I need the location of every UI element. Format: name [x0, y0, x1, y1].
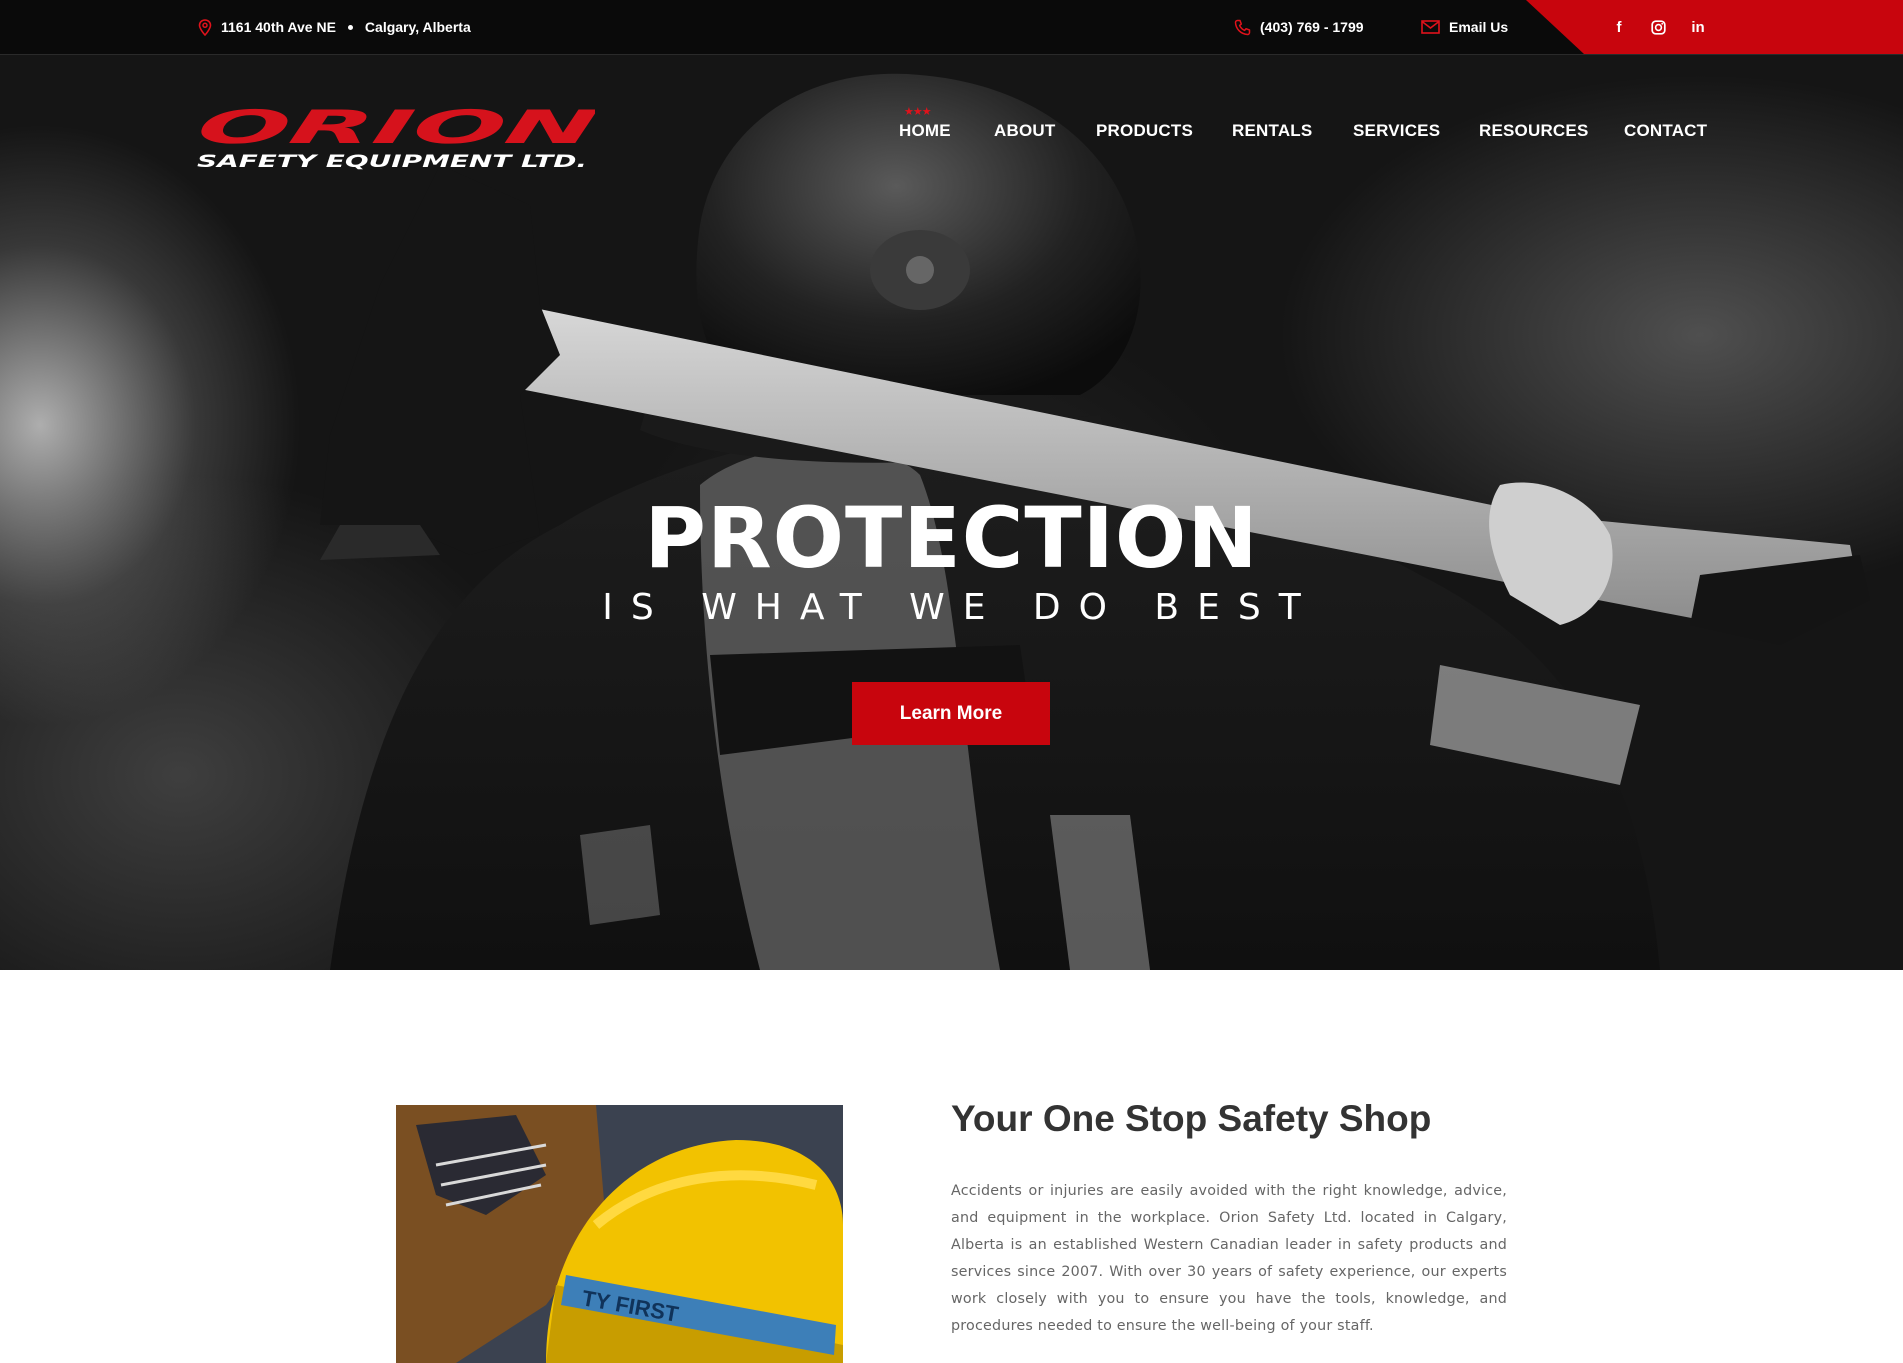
facebook-icon[interactable]: f	[1605, 0, 1633, 54]
phone-link[interactable]: (403) 769 - 1799	[1234, 0, 1364, 54]
nav-about[interactable]: ABOUT	[994, 121, 1055, 141]
nav-services[interactable]: SERVICES	[1353, 121, 1440, 141]
orion-logo[interactable]: ORION SAFETY EQUIPMENT LTD.	[197, 105, 595, 170]
logo-text: ORION	[197, 105, 595, 154]
nav-products[interactable]: PRODUCTS	[1096, 121, 1193, 141]
section-title: Your One Stop Safety Shop	[951, 1098, 1432, 1139]
social-bar	[1526, 0, 1903, 54]
safety-gear-image: TY FIRST	[396, 1105, 843, 1363]
location-pin-icon	[198, 18, 212, 36]
nav-rentals[interactable]: RENTALS	[1232, 121, 1312, 141]
separator-dot	[347, 24, 353, 30]
logo-tagline: SAFETY EQUIPMENT LTD.	[197, 152, 587, 170]
address: 1161 40th Ave NE Calgary, Alberta	[198, 0, 471, 54]
active-nav-stars: ★★★	[904, 106, 932, 118]
nav-contact[interactable]: CONTACT	[1624, 121, 1707, 141]
hero-headline: PROTECTION	[644, 489, 1259, 587]
address-street: 1161 40th Ave NE	[221, 19, 336, 35]
email-label: Email Us	[1449, 19, 1509, 35]
phone-icon	[1234, 19, 1251, 36]
hero-banner: ORION SAFETY EQUIPMENT LTD. ★★★ HOME ABO…	[0, 55, 1903, 970]
learn-more-button[interactable]: Learn More	[852, 682, 1050, 745]
hero-subheadline: IS WHAT WE DO BEST	[602, 587, 1319, 628]
phone-number: (403) 769 - 1799	[1260, 19, 1364, 35]
envelope-icon	[1421, 20, 1440, 34]
instagram-icon[interactable]	[1644, 0, 1672, 54]
nav-home[interactable]: HOME	[899, 121, 951, 141]
nav-resources[interactable]: RESOURCES	[1479, 121, 1589, 141]
linkedin-icon[interactable]: in	[1684, 0, 1712, 54]
section-body: Accidents or injuries are easily avoided…	[951, 1183, 1507, 1334]
email-link[interactable]: Email Us	[1421, 0, 1508, 54]
address-city: Calgary, Alberta	[364, 19, 471, 35]
top-bar: 1161 40th Ave NE Calgary, Alberta (403) …	[0, 0, 1903, 55]
